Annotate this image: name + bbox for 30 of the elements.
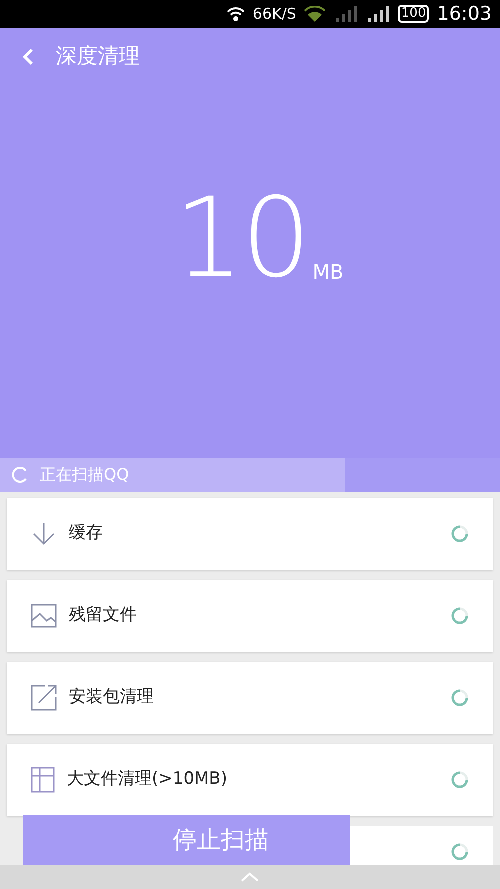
scan-status-text: 正在扫描QQ bbox=[40, 464, 130, 486]
back-button[interactable] bbox=[20, 46, 36, 68]
scan-category-card[interactable]: 安装包清理 bbox=[7, 662, 493, 734]
signal-bars-icon bbox=[366, 6, 390, 22]
loading-spinner-icon bbox=[451, 689, 469, 707]
loading-spinner-icon bbox=[451, 771, 469, 789]
cleanup-unit: MB bbox=[312, 259, 344, 286]
image-icon bbox=[31, 604, 57, 628]
loading-spinner-icon bbox=[12, 467, 28, 483]
loading-spinner-icon bbox=[451, 607, 469, 625]
signal-bars-icon bbox=[334, 6, 358, 22]
cleanup-amount: 10 bbox=[174, 183, 309, 293]
category-label: 缓存 bbox=[69, 522, 104, 546]
scan-category-card[interactable]: 大文件清理(>10MB) bbox=[7, 744, 493, 816]
scan-category-card[interactable]: 缓存 bbox=[7, 498, 493, 570]
chevron-up-icon bbox=[241, 872, 259, 882]
category-label: 残留文件 bbox=[69, 604, 138, 628]
network-speed: 66K/S bbox=[252, 4, 296, 25]
category-label: 大文件清理(>10MB) bbox=[67, 768, 228, 792]
page-title: 深度清理 bbox=[56, 43, 140, 70]
category-label: 安装包清理 bbox=[69, 686, 155, 710]
export-icon bbox=[31, 685, 57, 711]
scan-category-card[interactable]: 残留文件 bbox=[7, 580, 493, 652]
loading-spinner-icon bbox=[451, 843, 469, 861]
clock: 16:03 bbox=[437, 2, 492, 27]
down-arrow-icon bbox=[31, 521, 57, 547]
loading-spinner-icon bbox=[451, 525, 469, 543]
grid-icon bbox=[31, 767, 55, 793]
wifi-icon bbox=[226, 7, 245, 21]
battery-level: 100 bbox=[398, 5, 430, 23]
